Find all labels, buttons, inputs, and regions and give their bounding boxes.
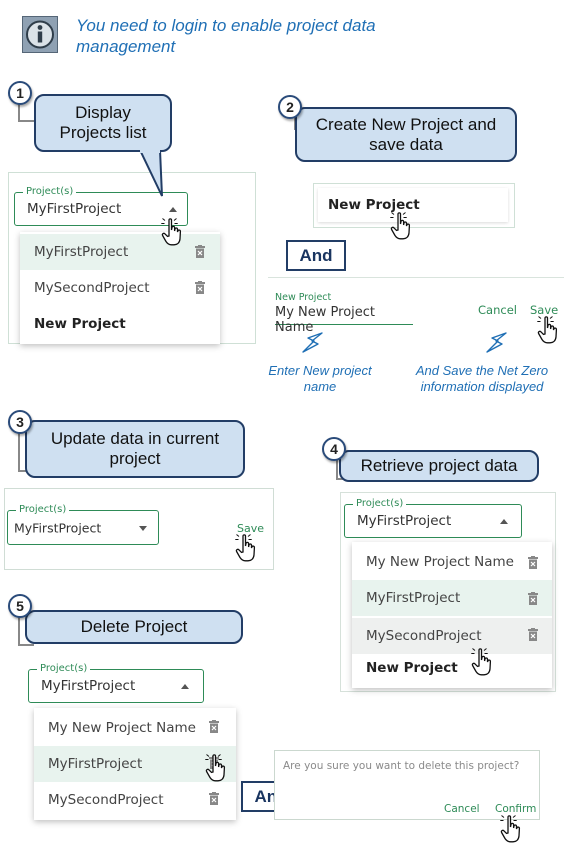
step3-project-select[interactable]: Project(s) MyFirstProject — [7, 504, 159, 545]
hand-cursor-icon — [500, 815, 522, 843]
hand-cursor-icon — [161, 218, 183, 246]
step4-field-value: MyFirstProject — [357, 513, 452, 529]
step5-field-label: Project(s) — [37, 663, 91, 674]
item-label: MyFirstProject — [48, 756, 143, 772]
lightning-arrow-icon — [484, 332, 510, 354]
step5-item-mysecondproject[interactable]: MySecondProject — [34, 782, 236, 818]
step4-number: 4 — [322, 437, 346, 461]
step1-item-new-project[interactable]: New Project — [20, 306, 220, 342]
step3-number: 3 — [8, 410, 32, 434]
input-value: My New Project Name — [275, 305, 376, 335]
caption-enter-name: Enter New project name — [268, 363, 372, 394]
delete-confirm-button[interactable]: Confirm — [495, 803, 536, 815]
step1-item-mysecondproject[interactable]: MySecondProject — [20, 270, 220, 306]
hand-cursor-icon — [235, 534, 257, 562]
caret-up-icon — [500, 519, 508, 524]
step5-project-select[interactable]: Project(s) MyFirstProject — [28, 663, 204, 703]
step4-item-mysecondproject[interactable]: MySecondProject — [352, 618, 552, 654]
hand-cursor-icon — [390, 212, 412, 240]
step5-item-my-new-project-name[interactable]: My New Project Name — [34, 710, 236, 746]
hand-cursor-icon — [537, 316, 559, 344]
info-icon — [22, 16, 58, 53]
step4-project-select[interactable]: Project(s) MyFirstProject — [344, 498, 522, 538]
cancel-button[interactable]: Cancel — [478, 303, 517, 317]
step5-number: 5 — [8, 594, 32, 618]
step3-field-label: Project(s) — [16, 504, 70, 515]
step4-item-new-project[interactable]: New Project — [352, 650, 552, 686]
step1-callout-pointer — [136, 149, 166, 200]
caret-up-icon — [181, 684, 189, 689]
step1-item-myfirstproject[interactable]: MyFirstProject — [20, 234, 220, 270]
login-notice: You need to login to enable project data… — [76, 16, 376, 56]
step1-callout: Display Projects list — [34, 94, 172, 152]
delete-confirm-message: Are you sure you want to delete this pro… — [283, 760, 520, 772]
item-label: MyFirstProject — [366, 590, 461, 606]
step2-form-divider — [268, 277, 564, 278]
item-label: New Project — [34, 316, 126, 332]
caption-save-info: And Save the Net Zero information displa… — [415, 363, 549, 394]
trash-icon[interactable] — [528, 556, 538, 569]
step2-callout: Create New Project and save data — [295, 107, 517, 162]
trash-icon[interactable] — [528, 592, 538, 605]
trash-icon[interactable] — [209, 792, 219, 805]
new-project-name-input[interactable]: My New Project Name — [275, 305, 413, 335]
step1-dropdown-menu: MyFirstProject MySecondProject New Proje… — [20, 232, 220, 344]
step1-field-label: Project(s) — [23, 186, 77, 197]
caret-down-icon — [139, 526, 147, 531]
trash-icon[interactable] — [195, 281, 205, 294]
item-label: My New Project Name — [366, 554, 514, 570]
trash-icon[interactable] — [209, 720, 219, 733]
item-label: MySecondProject — [366, 628, 482, 644]
step2-new-project-item[interactable]: New Project — [318, 188, 508, 222]
step1-field-value: MyFirstProject — [27, 201, 122, 217]
step2-and-label: And — [286, 240, 346, 271]
step4-callout: Retrieve project data — [339, 450, 539, 482]
step2-input-label: New Project — [275, 292, 332, 303]
item-label: New Project — [366, 660, 458, 676]
item-label: My New Project Name — [48, 720, 196, 736]
step5-callout: Delete Project — [25, 610, 243, 644]
step3-field-value: MyFirstProject — [14, 520, 102, 535]
trash-icon[interactable] — [195, 245, 205, 258]
hand-cursor-icon — [471, 648, 493, 676]
hand-cursor-icon — [205, 754, 227, 782]
item-label: New Project — [328, 197, 420, 213]
delete-cancel-button[interactable]: Cancel — [444, 803, 480, 815]
caret-up-icon — [169, 207, 177, 212]
step5-field-value: MyFirstProject — [41, 678, 136, 694]
step4-item-myfirstproject[interactable]: MyFirstProject — [352, 580, 552, 616]
step3-callout: Update data in current project — [25, 420, 245, 478]
lightning-arrow-icon — [300, 332, 326, 354]
save-button[interactable]: Save — [530, 303, 558, 317]
item-label: MyFirstProject — [34, 244, 129, 260]
item-label: MySecondProject — [34, 280, 150, 296]
step2-number: 2 — [278, 95, 302, 119]
step1-number: 1 — [8, 81, 32, 105]
trash-icon[interactable] — [528, 628, 538, 641]
step4-item-my-new-project-name[interactable]: My New Project Name — [352, 544, 552, 580]
item-label: MySecondProject — [48, 792, 164, 808]
step4-field-label: Project(s) — [353, 498, 407, 509]
step4-dropdown-menu: My New Project Name MyFirstProject MySec… — [352, 542, 552, 688]
